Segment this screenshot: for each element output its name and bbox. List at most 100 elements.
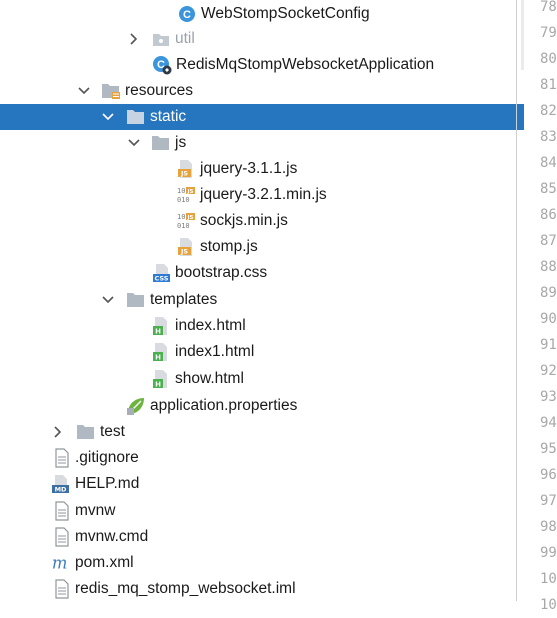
js-file-icon: JS [176, 237, 196, 257]
tree-item-jquery-321-min[interactable]: 10 010 JS jquery-3.2.1.min.js [0, 182, 524, 208]
markdown-file-icon: MD [51, 474, 71, 494]
svg-text:C: C [183, 9, 191, 21]
spring-boot-class-icon: C [152, 55, 172, 75]
line-number-9: 87 [540, 233, 557, 249]
tree-item-js-folder[interactable]: js [0, 130, 524, 156]
line-number-16: 94 [540, 415, 557, 431]
folder-icon [151, 133, 171, 153]
tree-item-resources[interactable]: resources [0, 78, 524, 104]
tree-item-label: jquery-3.1.1.js [200, 160, 298, 177]
tree-item-sockjs-min[interactable]: 10 010 JS sockjs.min.js [0, 208, 524, 234]
line-number-12: 90 [540, 311, 557, 327]
tree-item-stomp[interactable]: JS stomp.js [0, 234, 524, 260]
svg-text:CSS: CSS [155, 275, 169, 283]
tree-item-label: index1.html [175, 343, 255, 360]
chevron-down-icon[interactable] [101, 293, 115, 307]
tree-item-application-properties[interactable]: application.properties [0, 393, 524, 419]
tree-item-label: static [150, 108, 187, 125]
folder-icon [76, 422, 96, 442]
chevron-down-icon[interactable] [101, 110, 115, 124]
tree-item-label: .gitignore [75, 449, 139, 466]
tree-item-webstompsocketconfig[interactable]: C WebStompSocketConfig [0, 1, 524, 27]
chevron-down-icon[interactable] [127, 136, 141, 150]
tree-item-application-class[interactable]: C RedisMqStompWebsocketApplication [0, 52, 524, 78]
tree-item-templates[interactable]: templates [0, 287, 524, 313]
tree-item-mvnw-cmd[interactable]: mvnw.cmd [0, 524, 524, 550]
line-number-13: 91 [540, 337, 557, 353]
line-number-5: 83 [540, 129, 557, 145]
line-number-15: 93 [540, 389, 557, 405]
text-file-icon [52, 501, 72, 521]
line-number-2: 80 [540, 51, 557, 67]
tree-item-bootstrap-css[interactable]: CSS bootstrap.css [0, 260, 524, 286]
tree-item-gitignore[interactable]: .gitignore [0, 445, 524, 471]
tree-item-label: HELP.md [75, 475, 140, 492]
tree-item-label: mvnw [75, 502, 116, 519]
svg-text:MD: MD [55, 486, 67, 494]
tree-item-label: sockjs.min.js [200, 212, 288, 229]
line-number-11: 89 [540, 285, 557, 301]
tree-item-label: redis_mq_stomp_websocket.iml [75, 580, 296, 597]
svg-text:H: H [155, 328, 161, 336]
tree-item-label: WebStompSocketConfig [201, 5, 370, 22]
binary-js-file-icon: 10 010 JS [176, 185, 196, 205]
line-number-22: 100 [540, 571, 557, 587]
chevron-right-icon[interactable] [51, 425, 65, 439]
tree-item-label: templates [150, 291, 218, 308]
tree-item-index-html[interactable]: H index.html [0, 313, 524, 339]
html-file-icon: H [151, 342, 171, 362]
tree-item-label: resources [125, 82, 194, 99]
folder-icon [126, 290, 146, 310]
line-number-20: 98 [540, 519, 557, 535]
line-number-0: 78 [540, 0, 557, 15]
line-number-6: 84 [540, 155, 557, 171]
html-file-icon: H [151, 369, 171, 389]
tree-item-label: jquery-3.2.1.min.js [200, 186, 327, 203]
module-file-icon [52, 579, 72, 599]
project-tree: C WebStompSocketConfig util C RedisMqSto… [0, 0, 524, 601]
tree-item-help-md[interactable]: MD HELP.md [0, 471, 524, 497]
line-number-21: 99 [540, 545, 557, 561]
svg-text:m: m [52, 553, 68, 572]
tree-item-iml[interactable]: redis_mq_stomp_websocket.iml [0, 576, 524, 601]
tree-item-label: bootstrap.css [175, 264, 268, 281]
java-class-icon: C [177, 4, 197, 24]
css-file-icon: CSS [152, 263, 172, 283]
svg-text:010: 010 [177, 222, 190, 230]
line-number-18: 96 [540, 467, 557, 483]
tree-item-label: index.html [175, 317, 246, 334]
chevron-down-icon[interactable] [77, 84, 91, 98]
maven-icon: m [51, 553, 71, 573]
svg-text:H: H [155, 381, 161, 389]
tree-item-label: js [175, 134, 187, 151]
line-number-1: 79 [540, 25, 557, 41]
tree-item-util[interactable]: util [0, 26, 524, 52]
tree-item-test[interactable]: test [0, 419, 524, 445]
tree-item-label: test [100, 423, 125, 440]
text-file-icon [52, 448, 72, 468]
tree-item-label: util [175, 30, 195, 47]
tree-item-static[interactable]: static [0, 104, 524, 130]
binary-js-file-icon: 10 010 JS [176, 211, 196, 231]
tree-item-show-html[interactable]: H show.html [0, 366, 524, 392]
resources-folder-icon [101, 81, 121, 101]
html-file-icon: H [151, 316, 171, 336]
js-file-icon: JS [176, 159, 196, 179]
tree-item-mvnw[interactable]: mvnw [0, 498, 524, 524]
text-file-icon [52, 527, 72, 547]
tree-item-label: mvnw.cmd [75, 528, 149, 545]
svg-text:010: 010 [177, 196, 190, 204]
line-number-14: 92 [540, 363, 557, 379]
tree-item-jquery-311[interactable]: JS jquery-3.1.1.js [0, 156, 524, 182]
tree-item-pom-xml[interactable]: m pom.xml [0, 550, 524, 576]
svg-text:H: H [155, 354, 161, 362]
chevron-right-icon[interactable] [127, 32, 141, 46]
svg-text:JS: JS [180, 248, 188, 256]
svg-text:JS: JS [186, 189, 193, 195]
line-number-23: 101 [540, 597, 557, 613]
panel-divider[interactable] [516, 0, 517, 601]
svg-text:10: 10 [177, 213, 185, 221]
svg-text:10: 10 [177, 187, 185, 195]
tree-item-index1-html[interactable]: H index1.html [0, 339, 524, 365]
spring-properties-icon [126, 396, 146, 416]
